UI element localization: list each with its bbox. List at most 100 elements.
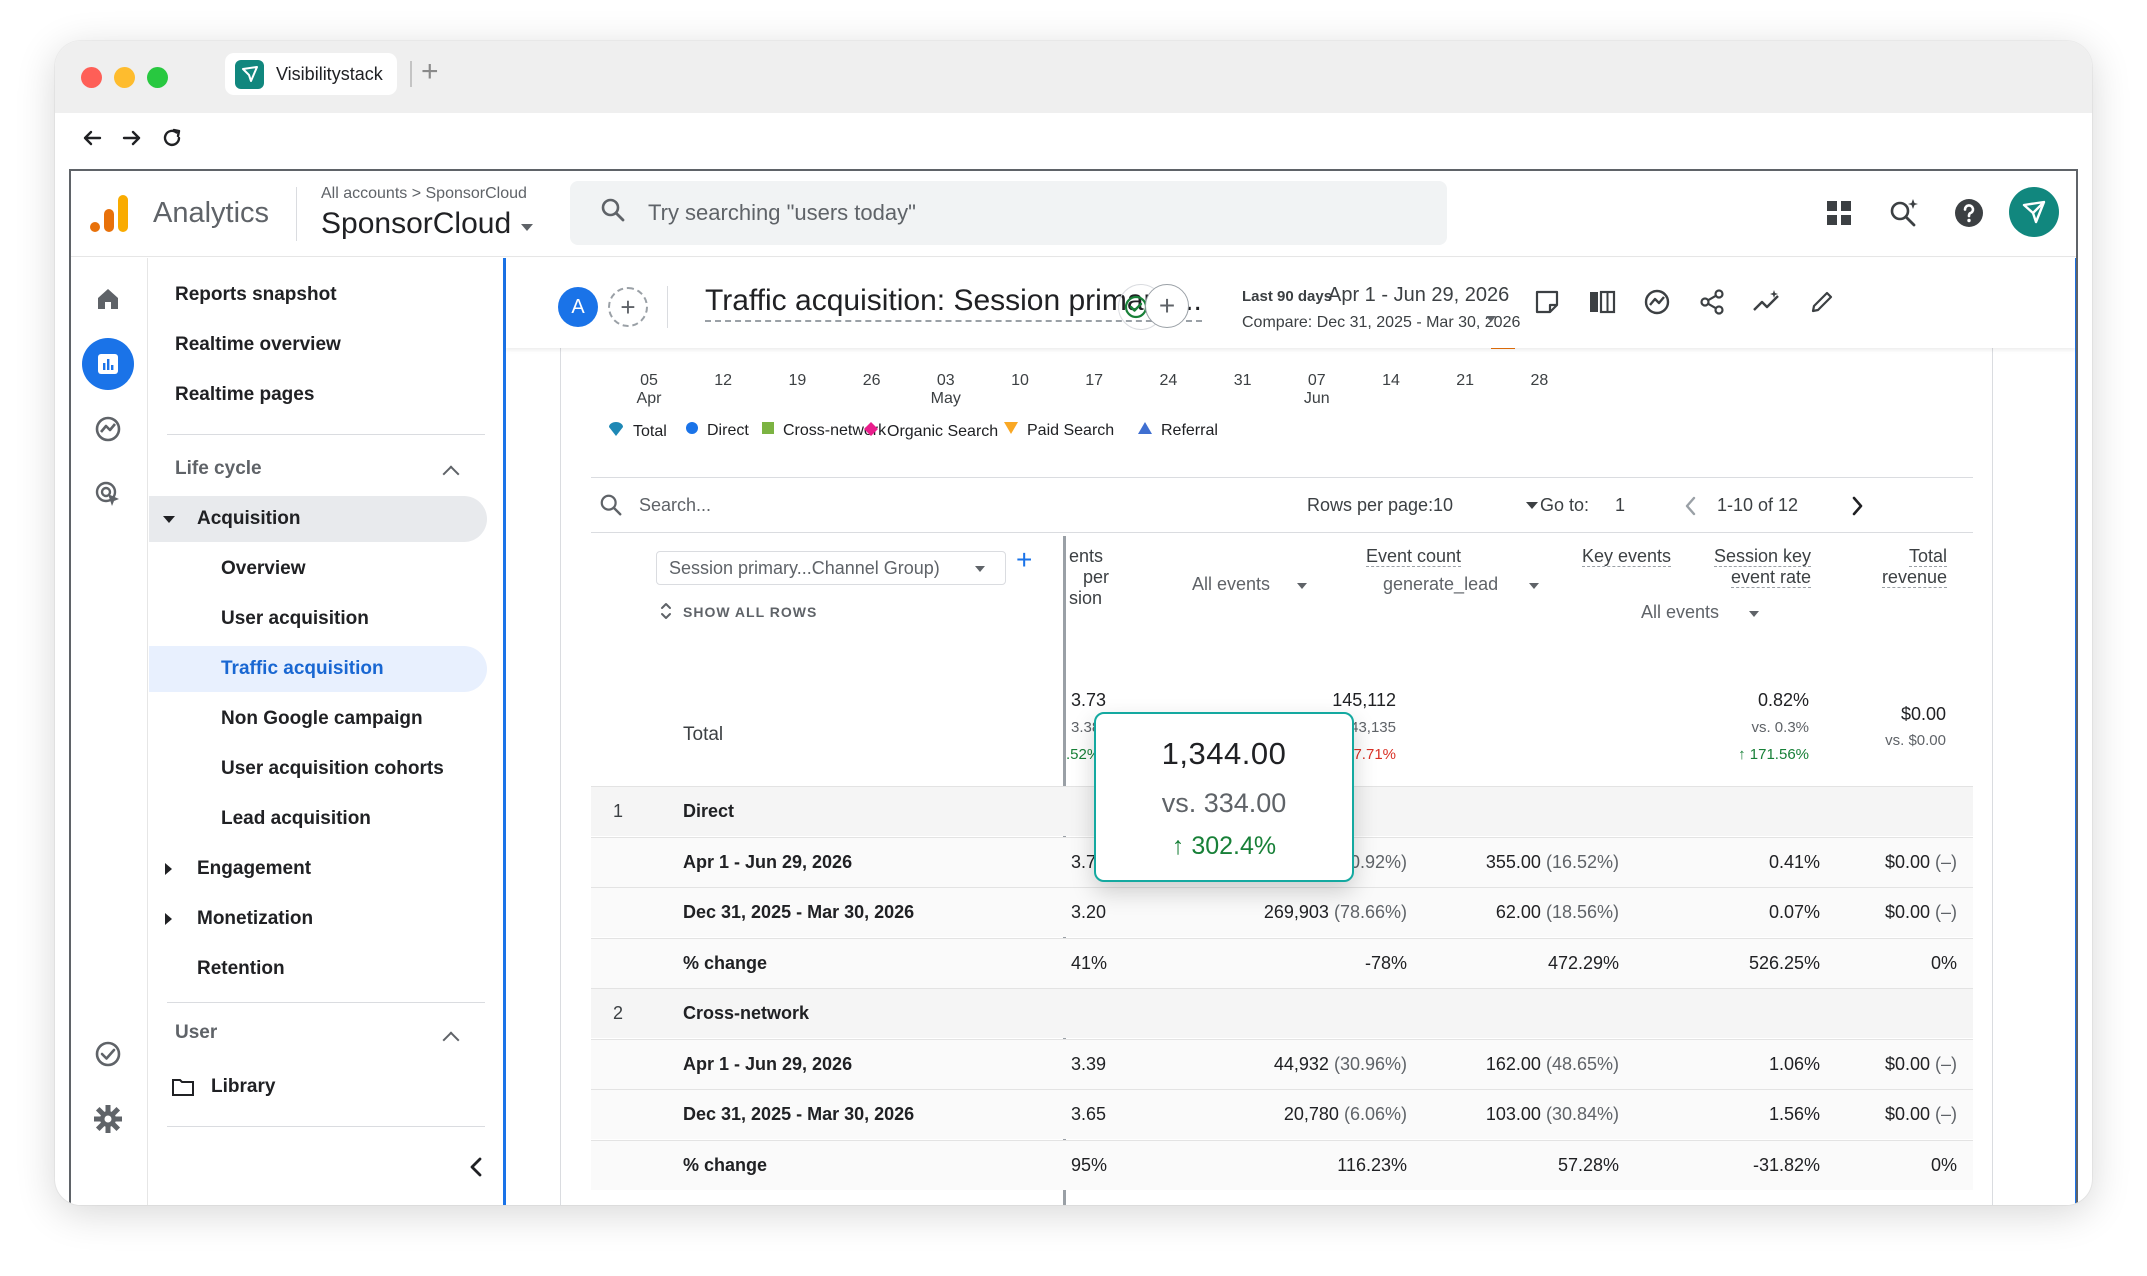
x-axis-tick: 07 Jun — [1287, 372, 1347, 408]
legend-item[interactable]: Organic Search — [863, 421, 998, 442]
rows-per-page-caret-icon[interactable] — [1526, 502, 1538, 509]
nav-monetization[interactable]: Monetization — [197, 908, 313, 930]
minimize-window-button[interactable] — [114, 67, 135, 88]
rows-per-page-select[interactable]: 10 — [1433, 495, 1453, 516]
cell-total-revenue: 0% — [1931, 953, 1957, 974]
compare-columns-icon[interactable] — [1583, 283, 1621, 321]
add-comparison-button[interactable]: + — [608, 287, 648, 327]
goto-page-input[interactable]: 1 — [1615, 495, 1625, 516]
cell-session-key-rate: 0.41% — [1768, 851, 1820, 872]
comparison-segment-a[interactable]: A — [558, 287, 598, 327]
nav-section-user[interactable]: User — [175, 1022, 217, 1044]
cell-value: 44,932 — [1273, 1053, 1329, 1074]
date-range[interactable]: Apr 1 - Jun 29, 2026 — [1328, 284, 1509, 307]
nav-retention[interactable]: Retention — [197, 958, 285, 980]
primary-dimension-select[interactable]: Session primary...Channel Group) — [656, 551, 1006, 585]
user-avatar[interactable] — [2009, 187, 2059, 237]
table-row[interactable]: Apr 1 - Jun 29, 2026 3.39 44,932 (30.96%) 1… — [591, 1038, 1973, 1089]
nav-realtime-pages[interactable]: Realtime pages — [175, 384, 314, 406]
col-header-total-revenue[interactable]: Total revenue — [1841, 546, 1947, 588]
annotation-note-icon[interactable] — [1528, 283, 1566, 321]
nav-library[interactable]: Library — [211, 1076, 275, 1098]
collapse-nav-chevron-icon[interactable] — [467, 1156, 485, 1183]
cell-total-revenue: 0% — [1931, 1155, 1957, 1176]
next-page-chevron-icon[interactable] — [1851, 495, 1865, 522]
caret-right-icon — [165, 913, 172, 925]
help-icon[interactable] — [1951, 195, 1987, 231]
legend-item[interactable]: Direct — [685, 421, 749, 440]
share-icon[interactable] — [1693, 283, 1731, 321]
account-breadcrumb[interactable]: All accounts > SponsorCloud — [321, 185, 527, 203]
row-channel-label: Direct — [683, 801, 735, 821]
trend-sparkle-icon[interactable] — [1748, 283, 1786, 321]
nav-non-google-campaign[interactable]: Non Google campaign — [221, 708, 423, 730]
x-tick-day: 05 — [640, 372, 658, 389]
cell-percent: (–) — [1935, 1053, 1957, 1074]
search-insights-icon[interactable] — [1886, 195, 1922, 231]
settings-gear-icon[interactable] — [82, 1093, 134, 1145]
legend-item[interactable]: Total — [607, 421, 667, 442]
forward-arrow-icon[interactable] — [117, 123, 147, 153]
add-report-plus-icon[interactable]: + — [1145, 284, 1189, 328]
new-tab-button[interactable]: + — [421, 55, 439, 89]
table-search-input[interactable]: Search... — [639, 495, 711, 516]
show-all-rows-button[interactable]: SHOW ALL ROWS — [683, 604, 817, 620]
nav-user-acquisition[interactable]: User acquisition — [221, 608, 369, 630]
advertising-icon[interactable] — [82, 468, 134, 520]
date-caret-down-icon[interactable] — [1486, 316, 1496, 322]
nav-lead-acquisition[interactable]: Lead acquisition — [221, 808, 371, 830]
col-header-key-events[interactable]: Key events — [1281, 546, 1671, 567]
nav-acquisition-overview[interactable]: Overview — [221, 558, 306, 580]
event-count-filter[interactable]: All events — [1192, 574, 1307, 595]
browser-tab[interactable]: Visibilitystack — [225, 53, 397, 95]
home-icon[interactable] — [82, 273, 134, 325]
property-selector[interactable]: SponsorCloud — [321, 207, 534, 241]
nav-reports-snapshot[interactable]: Reports snapshot — [175, 284, 337, 306]
legend-item[interactable]: Paid Search — [1003, 421, 1114, 440]
col-header-session-key-event-rate[interactable]: Session key event rate — [1661, 546, 1811, 588]
nav-section-life-cycle[interactable]: Life cycle — [175, 458, 262, 480]
nav-divider — [167, 1126, 485, 1127]
nav-divider — [167, 1002, 485, 1003]
chevron-up-icon[interactable] — [442, 1031, 460, 1049]
apps-grid-icon[interactable] — [1821, 195, 1857, 231]
cell-events-per-session: 3.65 — [1071, 1104, 1107, 1124]
nav-engagement[interactable]: Engagement — [197, 858, 311, 880]
compare-range[interactable]: Compare: Dec 31, 2025 - Mar 30, 2026 — [1242, 314, 1520, 332]
cell-session-key-rate: 1.56% — [1768, 1104, 1820, 1124]
back-arrow-icon[interactable] — [77, 123, 107, 153]
table-row[interactable]: % change 41% -78% 472.29% 526.25% 0% — [591, 937, 1973, 988]
close-window-button[interactable] — [81, 67, 102, 88]
add-dimension-plus-icon[interactable]: + — [1016, 544, 1032, 576]
admin-check-icon[interactable] — [82, 1028, 134, 1080]
cell-total-revenue: $0.00 (–) — [1885, 1104, 1957, 1125]
table-row[interactable]: 2 Cross-network — [591, 988, 1973, 1038]
nav-acquisition[interactable]: Acquisition — [197, 508, 300, 530]
reload-icon[interactable] — [157, 123, 187, 153]
report-header-bar: A + Traffic acquisition: Session primary… — [506, 258, 2075, 348]
table-row[interactable]: % change 95% 116.23% 57.28% -31.82% 0% — [591, 1139, 1973, 1190]
nav-traffic-acquisition[interactable]: Traffic acquisition — [221, 658, 384, 680]
table-row[interactable]: Dec 31, 2025 - Mar 30, 2026 3.65 20,780 (6… — [591, 1089, 1973, 1139]
search-input[interactable]: Try searching "users today" — [570, 181, 1447, 245]
table-row[interactable]: Dec 31, 2025 - Mar 30, 2026 3.20 269,903 (… — [591, 887, 1973, 937]
explore-icon[interactable] — [82, 403, 134, 455]
nav-user-acquisition-cohorts[interactable]: User acquisition cohorts — [221, 758, 444, 780]
nav-realtime-overview[interactable]: Realtime overview — [175, 334, 341, 356]
session-key-rate-filter[interactable]: All events — [1641, 602, 1759, 623]
caret-down-icon — [521, 223, 534, 231]
legend-item[interactable]: Referral — [1137, 421, 1218, 440]
insights-chart-icon[interactable] — [1638, 283, 1676, 321]
x-tick-day: 26 — [862, 372, 881, 389]
previous-page-chevron-icon[interactable] — [1683, 495, 1697, 522]
reports-icon[interactable] — [82, 338, 134, 390]
caret-down-icon — [163, 516, 175, 523]
browser-window: Visibilitystack + Analytics All accounts… — [55, 41, 2092, 1205]
chevron-up-icon[interactable] — [442, 465, 460, 483]
edit-pencil-icon[interactable] — [1803, 283, 1841, 321]
key-events-filter[interactable]: generate_lead — [1383, 574, 1539, 595]
key-events-filter-label: generate_lead — [1383, 574, 1499, 594]
maximize-window-button[interactable] — [147, 67, 168, 88]
col-header-events-per-session[interactable]: ents per sion — [1069, 546, 1109, 609]
date-preset[interactable]: Last 90 days — [1242, 288, 1332, 305]
